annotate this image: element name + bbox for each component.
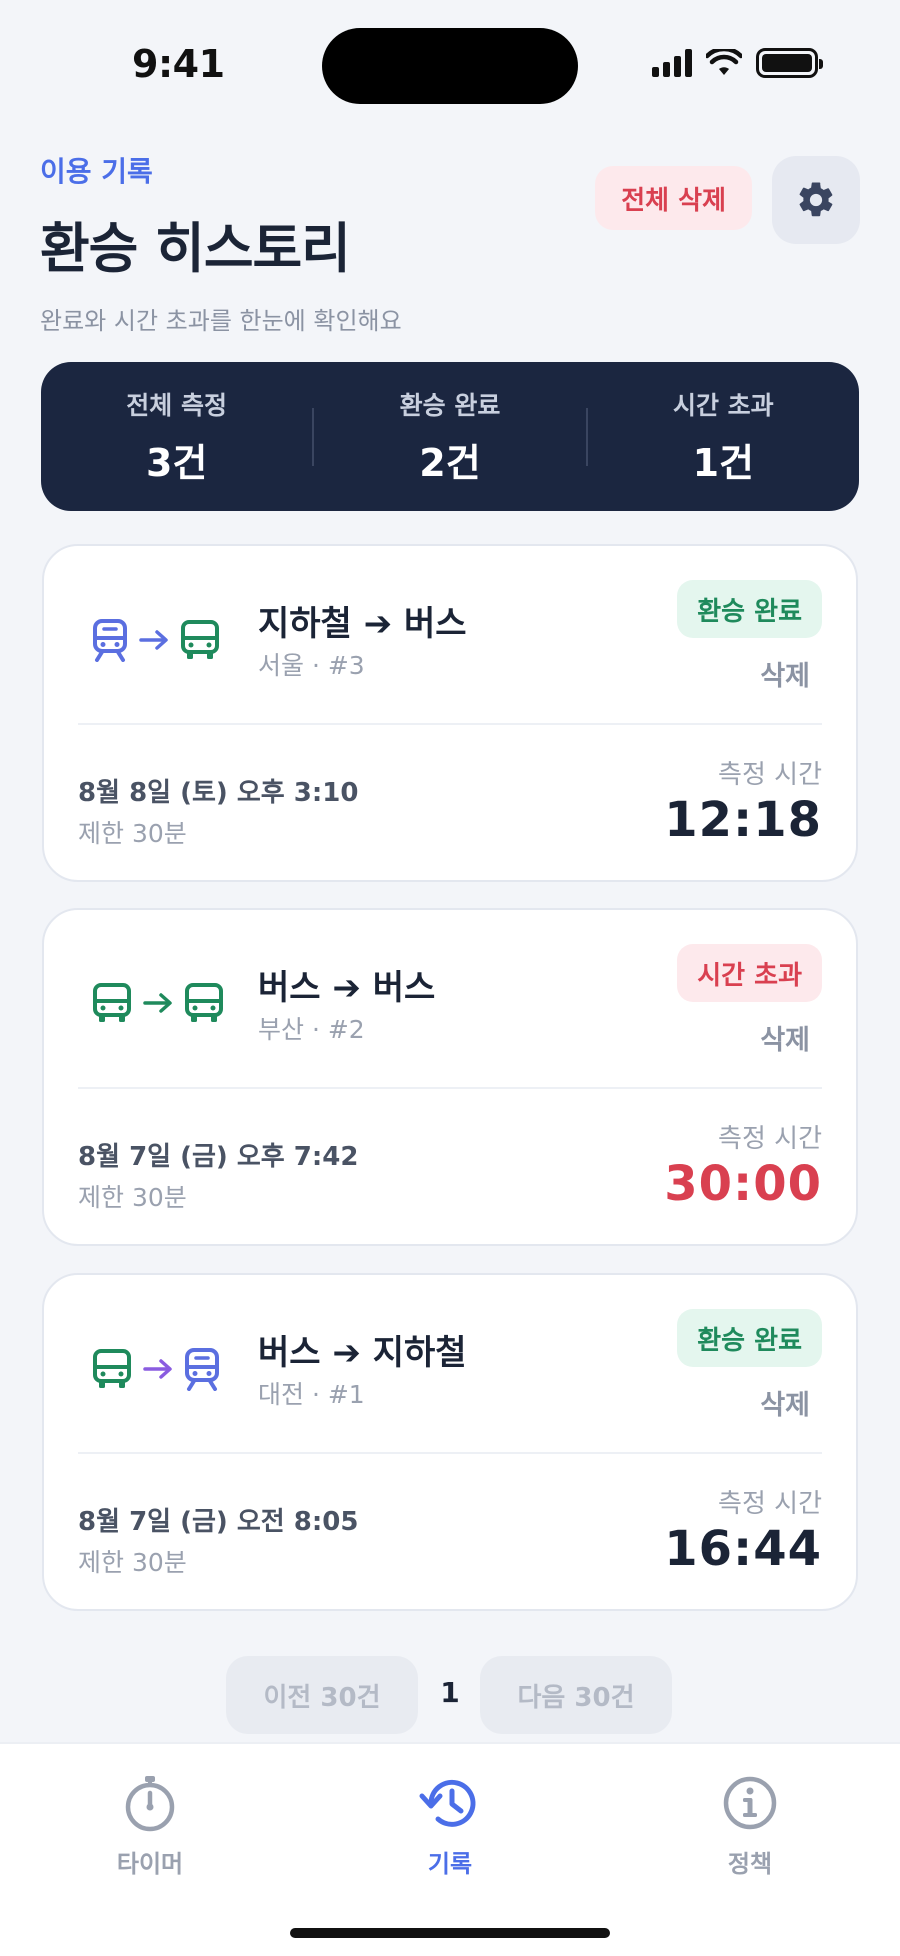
route-icons [92,618,220,662]
tab-bar: 타이머 기록 정책 [0,1742,900,1956]
status-badge: 환승 완료 [677,580,822,638]
measure-time: 12:18 [664,792,822,848]
record-limit: 제한 30분 [78,819,187,848]
record-card[interactable]: 버스 ➔ 지하철 대전 · #1 환승 완료 삭제 8월 7일 (금) 오전 8… [42,1273,858,1611]
bus-icon [184,982,224,1024]
page-header: 이용 기록 환승 히스토리 완료와 시간 초과를 한눈에 확인해요 전체 삭제 [40,150,860,335]
train-icon [184,1347,220,1391]
summary-value: 1건 [692,441,755,485]
page-subtitle: 완료와 시간 초과를 한눈에 확인해요 [40,307,402,335]
train-icon [92,618,128,662]
record-card[interactable]: 버스 ➔ 버스 부산 · #2 시간 초과 삭제 8월 7일 (금) 오후 7:… [42,908,858,1246]
status-badge: 시간 초과 [677,944,822,1002]
tab-label: 타이머 [116,1850,184,1878]
settings-button[interactable] [772,156,860,244]
route-icons [92,982,224,1024]
measure-time: 30:00 [664,1156,822,1212]
summary-value: 3건 [145,441,208,485]
history-icon [419,1779,476,1827]
summary-completed: 환승 완료 2건 [314,386,585,487]
record-date: 8월 7일 (금) 오후 7:42 [78,1142,359,1172]
tab-label: 기록 [427,1850,473,1878]
record-meta: 대전 · #1 [258,1380,365,1409]
record-limit: 제한 30분 [78,1548,187,1577]
next-page-button[interactable]: 다음 30건 [480,1656,672,1734]
summary-overtime: 시간 초과 1건 [588,386,859,487]
record-card[interactable]: 지하철 ➔ 버스 서울 · #3 환승 완료 삭제 8월 8일 (토) 오후 3… [42,544,858,882]
measure-time: 16:44 [664,1521,822,1577]
route-icons [92,1347,220,1391]
pagination: 이전 30건 1 다음 30건 [0,1656,900,1734]
arrow-right-icon [142,991,174,1015]
arrow-right-icon [142,1357,174,1381]
wifi-icon [706,49,742,75]
prev-page-button[interactable]: 이전 30건 [226,1656,418,1734]
summary-label: 시간 초과 [672,391,774,420]
bus-icon [92,982,132,1024]
measure-label: 측정 시간 [718,760,822,790]
summary-value: 2건 [419,441,481,485]
dynamic-island [322,28,578,104]
battery-icon [756,48,823,78]
record-date: 8월 8일 (토) 오후 3:10 [78,778,359,808]
card-divider [78,723,822,725]
card-divider [78,1087,822,1089]
arrow-right-icon [138,628,170,652]
record-limit: 제한 30분 [78,1183,187,1212]
signal-icon [652,49,692,77]
status-badge: 환승 완료 [677,1309,822,1367]
tab-timer[interactable]: 타이머 [80,1774,220,1879]
summary-total: 전체 측정 3건 [41,386,312,487]
record-meta: 서울 · #3 [258,651,365,680]
record-date: 8월 7일 (금) 오전 8:05 [78,1507,359,1537]
record-route: 지하철 ➔ 버스 [258,604,467,644]
record-meta: 부산 · #2 [258,1015,365,1044]
status-time: 9:41 [132,42,225,86]
summary-label: 전체 측정 [126,391,228,420]
delete-record-button[interactable]: 삭제 [760,1383,810,1422]
delete-record-button[interactable]: 삭제 [760,1018,810,1057]
summary-panel: 전체 측정 3건 환승 완료 2건 시간 초과 1건 [41,362,859,511]
tab-label: 정책 [727,1850,773,1878]
status-icons [652,48,823,78]
gear-icon [799,182,833,217]
summary-label: 환승 완료 [399,391,501,420]
measure-label: 측정 시간 [718,1489,822,1519]
bus-icon [92,1348,132,1390]
delete-all-button[interactable]: 전체 삭제 [595,166,752,230]
home-indicator [290,1928,610,1938]
record-route: 버스 ➔ 버스 [258,968,436,1008]
delete-record-button[interactable]: 삭제 [760,654,810,693]
card-divider [78,1452,822,1454]
tab-history[interactable]: 기록 [380,1774,520,1879]
tab-policy[interactable]: 정책 [680,1774,820,1879]
status-bar: 9:41 [0,0,900,120]
measure-label: 측정 시간 [718,1124,822,1154]
info-icon [723,1776,777,1830]
stopwatch-icon [125,1776,175,1832]
bus-icon [180,619,220,661]
current-page: 1 [440,1676,460,1709]
record-route: 버스 ➔ 지하철 [258,1333,467,1373]
